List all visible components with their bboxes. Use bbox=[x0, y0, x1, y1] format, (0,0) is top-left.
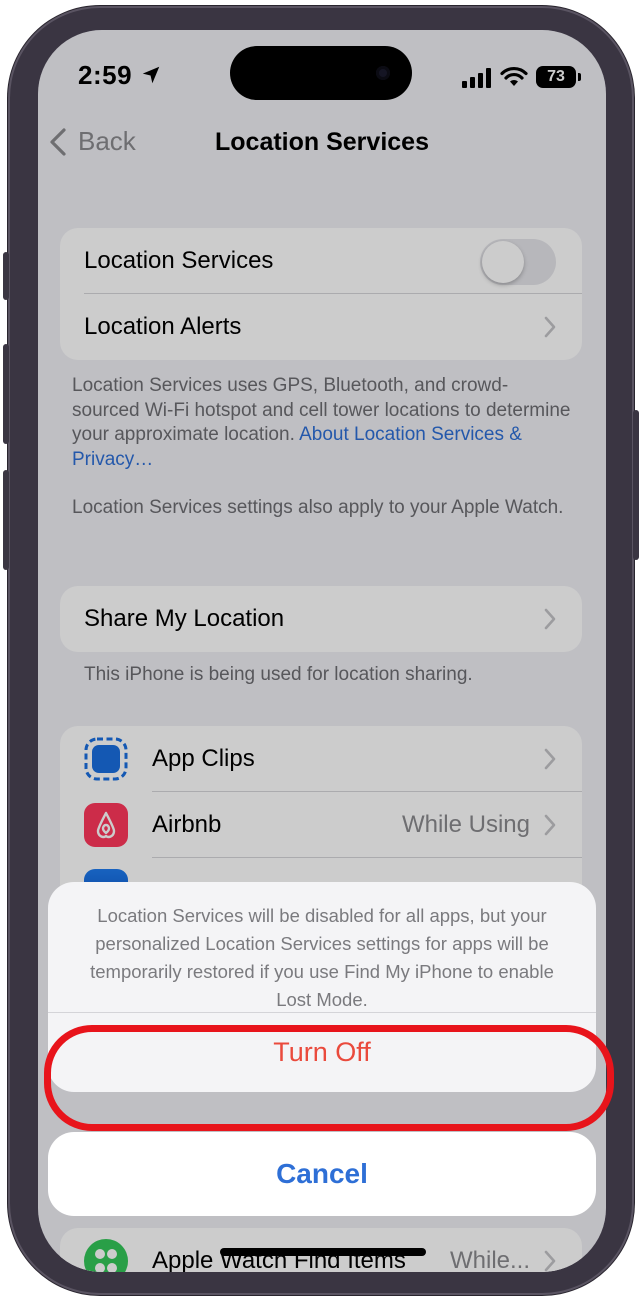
cancel-button[interactable]: Cancel bbox=[48, 1132, 596, 1216]
action-sheet-message: Location Services will be disabled for a… bbox=[90, 905, 554, 1010]
volume-up-button bbox=[3, 344, 9, 444]
home-indicator[interactable] bbox=[220, 1248, 426, 1256]
volume-down-button bbox=[3, 470, 9, 570]
power-button bbox=[633, 410, 639, 560]
action-button bbox=[3, 252, 9, 300]
turn-off-highlight-ring bbox=[44, 1025, 614, 1131]
